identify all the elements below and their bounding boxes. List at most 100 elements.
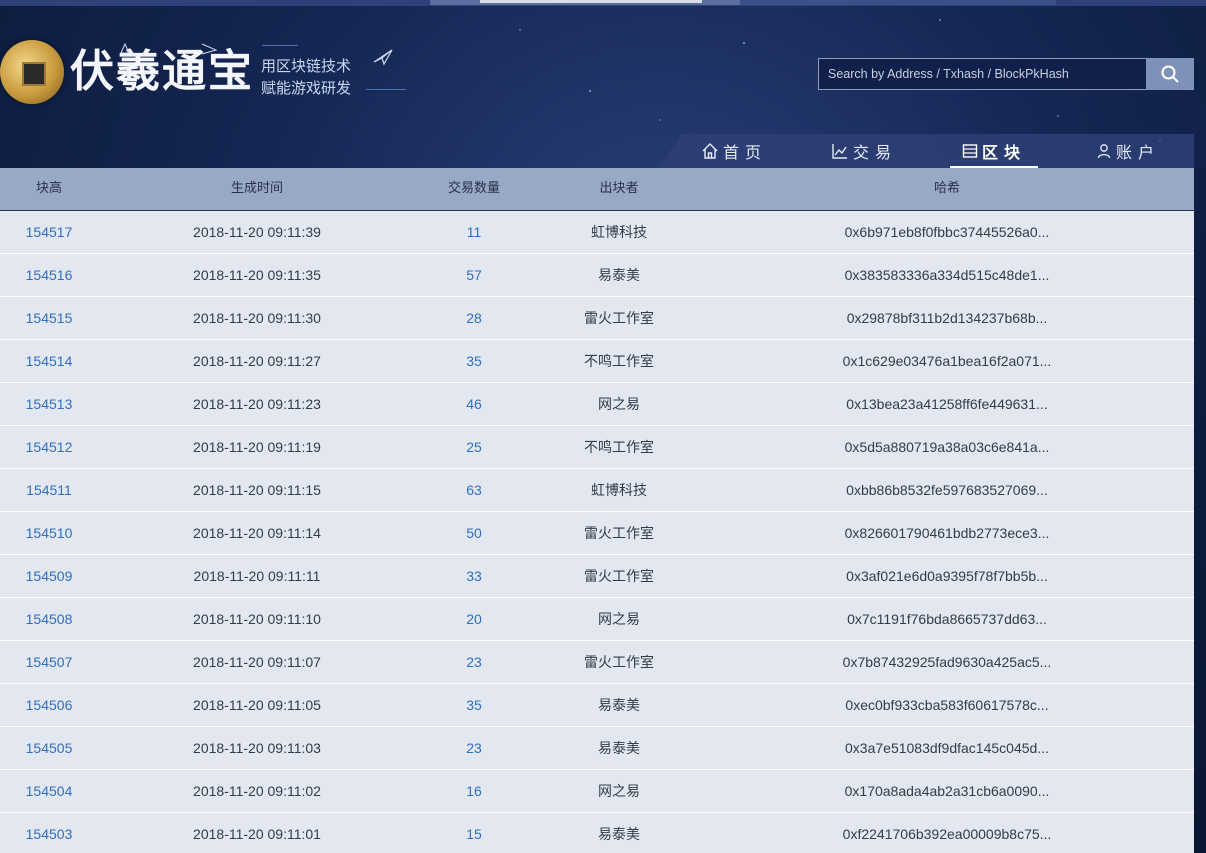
home-icon: [702, 143, 718, 159]
block-hash: 0x7c1191f76bda8665737dd63...: [847, 611, 1047, 627]
table-row[interactable]: 154510 2018-11-20 09:11:14 50 雷火工作室 0x826601…: [0, 512, 1194, 555]
table-row[interactable]: 154505 2018-11-20 09:11:03 23 易泰美 0x3a7e5108…: [0, 727, 1194, 770]
column-header-miner: 出块者: [599, 181, 639, 196]
block-height-link[interactable]: 154508: [0, 598, 98, 640]
tx-count-link[interactable]: 20: [430, 598, 518, 640]
block-miner: 雷火工作室: [584, 525, 654, 541]
table-row[interactable]: 154507 2018-11-20 09:11:07 23 雷火工作室 0x7b8743…: [0, 641, 1194, 684]
block-height-link[interactable]: 154509: [0, 555, 98, 597]
block-miner: 雷火工作室: [584, 568, 654, 584]
table-row[interactable]: 154508 2018-11-20 09:11:10 20 网之易 0x7c1191f7…: [0, 598, 1194, 641]
table-row[interactable]: 154504 2018-11-20 09:11:02 16 网之易 0x170a8ada…: [0, 770, 1194, 813]
chart-line-icon: [832, 144, 847, 159]
block-time: 2018-11-20 09:11:07: [193, 654, 321, 670]
nav-item-home[interactable]: 首页: [694, 134, 774, 168]
block-time: 2018-11-20 09:11:03: [193, 740, 321, 756]
list-icon: [962, 144, 978, 158]
tx-count-link[interactable]: 28: [430, 297, 518, 339]
right-background-strip: [1194, 168, 1206, 853]
tx-count-link[interactable]: 33: [430, 555, 518, 597]
nav-item-accounts[interactable]: 账户: [1088, 134, 1168, 168]
block-miner: 网之易: [598, 783, 640, 799]
tx-count-link[interactable]: 16: [430, 770, 518, 812]
block-time: 2018-11-20 09:11:35: [193, 267, 321, 283]
block-hash: 0x5d5a880719a38a03c6e841a...: [844, 439, 1050, 455]
nav-item-blocks[interactable]: 区块: [950, 134, 1038, 168]
block-hash: 0x6b971eb8f0fbbc37445526a0...: [844, 224, 1050, 240]
block-miner: 虹博科技: [591, 482, 647, 498]
search-bar: [818, 58, 1194, 90]
nav-label-blocks: 区块: [981, 143, 1026, 162]
block-miner: 网之易: [598, 396, 640, 412]
block-hash: 0xbb86b8532fe597683527069...: [846, 482, 1048, 498]
block-hash: 0x170a8ada4ab2a31cb6a0090...: [844, 783, 1050, 799]
search-button[interactable]: [1146, 58, 1194, 90]
tx-count-link[interactable]: 35: [430, 684, 518, 726]
block-time: 2018-11-20 09:11:15: [193, 482, 321, 498]
tx-count-link[interactable]: 15: [430, 813, 518, 853]
block-time: 2018-11-20 09:11:11: [193, 568, 321, 584]
table-row[interactable]: 154506 2018-11-20 09:11:05 35 易泰美 0xec0bf933…: [0, 684, 1194, 727]
block-height-link[interactable]: 154514: [0, 340, 98, 382]
block-miner: 易泰美: [598, 826, 640, 842]
block-miner: 网之易: [598, 611, 640, 627]
block-height-link[interactable]: 154506: [0, 684, 98, 726]
block-height-link[interactable]: 154513: [0, 383, 98, 425]
block-time: 2018-11-20 09:11:02: [193, 783, 321, 799]
block-height-link[interactable]: 154517: [0, 211, 98, 253]
block-hash: 0x383583336a334d515c48de1...: [844, 267, 1050, 283]
table-row[interactable]: 154511 2018-11-20 09:11:15 63 虹博科技 0xbb86b85…: [0, 469, 1194, 512]
sparkle-icon: [120, 42, 130, 54]
tx-count-link[interactable]: 57: [430, 254, 518, 296]
user-icon: [1097, 144, 1111, 159]
table-row[interactable]: 154514 2018-11-20 09:11:27 35 不鸣工作室 0x1c629e…: [0, 340, 1194, 383]
table-row[interactable]: 154517 2018-11-20 09:11:39 11 虹博科技 0x6b971eb…: [0, 211, 1194, 254]
column-header-time: 生成时间: [230, 181, 283, 196]
table-header: 块高 生成时间 交易数量 出块者 哈希: [0, 168, 1194, 211]
block-height-link[interactable]: 154504: [0, 770, 98, 812]
tx-count-link[interactable]: 23: [430, 727, 518, 769]
block-miner: 易泰美: [598, 267, 640, 283]
table-row[interactable]: 154516 2018-11-20 09:11:35 57 易泰美 0x38358333…: [0, 254, 1194, 297]
tx-count-link[interactable]: 50: [430, 512, 518, 554]
block-height-link[interactable]: 154503: [0, 813, 98, 853]
paper-plane-icon: [373, 49, 393, 66]
table-row[interactable]: 154503 2018-11-20 09:11:01 15 易泰美 0xf2241706…: [0, 813, 1194, 853]
block-height-link[interactable]: 154505: [0, 727, 98, 769]
block-height-link[interactable]: 154507: [0, 641, 98, 683]
block-miner: 雷火工作室: [584, 310, 654, 326]
blocks-table: 块高 生成时间 交易数量 出块者 哈希 154517 2018-11-20 09:…: [0, 168, 1194, 853]
block-time: 2018-11-20 09:11:14: [193, 525, 321, 541]
block-hash: 0x7b87432925fad9630a425ac5...: [842, 654, 1052, 670]
slogan-line-1: 用区块链技术: [261, 57, 352, 75]
block-height-link[interactable]: 154510: [0, 512, 98, 554]
tx-count-link[interactable]: 63: [430, 469, 518, 511]
tx-count-link[interactable]: 25: [430, 426, 518, 468]
tx-count-link[interactable]: 23: [430, 641, 518, 683]
block-hash: 0x3af021e6d0a9395f78f7bb5b...: [846, 568, 1048, 584]
main-nav: 首页 交易 区块 账户: [658, 134, 1194, 168]
block-time: 2018-11-20 09:11:10: [193, 611, 321, 627]
table-row[interactable]: 154509 2018-11-20 09:11:11 33 雷火工作室 0x3af021…: [0, 555, 1194, 598]
table-row[interactable]: 154515 2018-11-20 09:11:30 28 雷火工作室 0x29878b…: [0, 297, 1194, 340]
table-row[interactable]: 154512 2018-11-20 09:11:19 25 不鸣工作室 0x5d5a88…: [0, 426, 1194, 469]
block-miner: 不鸣工作室: [584, 439, 654, 455]
block-height-link[interactable]: 154511: [0, 469, 98, 511]
block-time: 2018-11-20 09:11:39: [193, 224, 321, 240]
tx-count-link[interactable]: 11: [430, 211, 518, 253]
slogan-decor-line: [366, 89, 406, 90]
block-miner: 易泰美: [598, 697, 640, 713]
column-header-tx-count: 交易数量: [447, 181, 500, 196]
block-height-link[interactable]: 154516: [0, 254, 98, 296]
block-height-link[interactable]: 154515: [0, 297, 98, 339]
table-row[interactable]: 154513 2018-11-20 09:11:23 46 网之易 0x13bea23a…: [0, 383, 1194, 426]
nav-item-transactions[interactable]: 交易: [824, 134, 904, 168]
block-miner: 雷火工作室: [584, 654, 654, 670]
nav-label-accounts: 账户: [1115, 143, 1160, 162]
tx-count-link[interactable]: 46: [430, 383, 518, 425]
top-decor-bar: [0, 0, 1206, 6]
tx-count-link[interactable]: 35: [430, 340, 518, 382]
search-input[interactable]: [818, 58, 1146, 90]
block-hash: 0xf2241706b392ea00009b8c75...: [842, 826, 1052, 842]
block-height-link[interactable]: 154512: [0, 426, 98, 468]
